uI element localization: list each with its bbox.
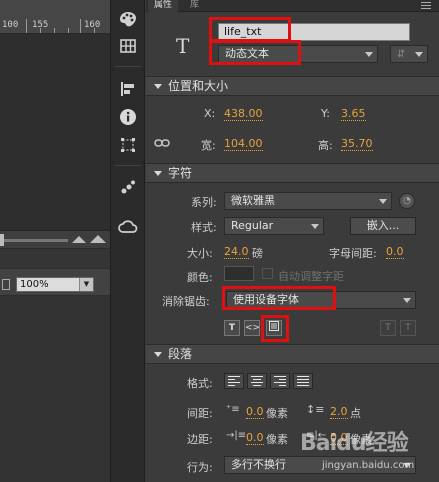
ruler-label: 100 [2, 20, 19, 30]
font-style-label: 样式: [191, 221, 217, 234]
font-family-select[interactable]: 微软雅黑 [224, 192, 392, 210]
creative-cloud-icon[interactable] [117, 216, 139, 238]
color-label: 颜色: [187, 271, 213, 284]
align-right-button[interactable] [270, 373, 290, 389]
info-icon[interactable] [117, 106, 139, 128]
collapse-arrow-icon [154, 352, 162, 357]
spacing-label: 间距: [187, 407, 213, 420]
panel-icon-strip [110, 0, 145, 482]
zoom-slider-handle[interactable] [0, 234, 4, 246]
highlight-box [261, 315, 289, 342]
font-style-select[interactable]: Regular [224, 217, 324, 235]
behavior-label: 行为: [187, 461, 213, 474]
stage-canvas[interactable] [0, 34, 110, 230]
collapse-arrow-icon [154, 171, 162, 176]
panel-divider-bar [0, 248, 110, 268]
highlight-box [209, 40, 301, 65]
zoom-row: 100% ▼ [0, 268, 110, 296]
font-family-label: 系列: [191, 196, 217, 209]
zoom-slider-track[interactable] [0, 239, 68, 242]
zoom-select[interactable]: 100% ▼ [16, 277, 94, 292]
text-tool-icon: T [176, 34, 190, 58]
zoom-in-icon[interactable] [90, 235, 106, 243]
line-spacing-value[interactable]: 2.0 [330, 405, 348, 419]
chevron-down-icon [379, 199, 387, 204]
zoom-out-icon[interactable] [72, 236, 86, 243]
horizontal-ruler: 100 155 160 [0, 0, 110, 34]
panel-menu-icon[interactable] [421, 2, 431, 10]
embed-button[interactable]: 嵌入... [350, 217, 416, 235]
components-icon[interactable] [117, 176, 139, 198]
line-spacing-icon: ↕≡ [306, 403, 325, 416]
left-margin-unit: 像素 [266, 433, 288, 446]
left-margin-icon: →|≡ [226, 430, 247, 441]
y-value[interactable]: 3.65 [341, 107, 366, 121]
ruler-label: 160 [84, 20, 101, 30]
height-value[interactable]: 35.70 [341, 137, 373, 151]
page-icon [2, 279, 10, 290]
align-left-button[interactable] [224, 373, 244, 389]
transform-icon[interactable] [117, 134, 139, 156]
tab-library[interactable]: 库 [184, 0, 205, 12]
chevron-down-icon [415, 52, 423, 57]
properties-panel: 属性 库 T life_txt 动态文本 ⇵ 位置和大小 X: 438.00 Y… [146, 0, 439, 482]
zoom-value: 100% [20, 279, 49, 290]
auto-kern-checkbox[interactable] [262, 268, 273, 279]
section-character[interactable]: 字符 [146, 163, 439, 183]
width-value[interactable]: 104.00 [224, 137, 263, 151]
font-size-value[interactable]: 24.0 [224, 245, 249, 259]
chevron-down-icon [311, 224, 319, 229]
letter-spacing-value[interactable]: 0.0 [386, 245, 404, 259]
indent-value[interactable]: 0.0 [246, 405, 264, 419]
chevron-down-icon[interactable]: ▼ [79, 278, 93, 291]
text-direction-icon: ⇵ [397, 49, 406, 60]
link-icon[interactable] [154, 138, 170, 151]
highlight-box [222, 286, 336, 310]
x-value[interactable]: 438.00 [224, 107, 263, 121]
width-label: 宽: [201, 139, 216, 152]
letter-spacing-label: 字母间距: [329, 247, 377, 260]
line-spacing-unit: 点 [350, 407, 361, 420]
collapse-arrow-icon [154, 84, 162, 89]
stage-area: 100 155 160 100% ▼ [0, 0, 110, 482]
align-panel-icon[interactable] [117, 78, 139, 100]
text-direction-select[interactable]: ⇵ [390, 45, 428, 63]
baidu-watermark: Baidu经验 [300, 431, 409, 456]
highlight-box [209, 17, 291, 42]
chevron-down-icon [365, 52, 373, 57]
antialias-label: 消除锯齿: [162, 295, 210, 308]
section-position-size[interactable]: 位置和大小 [146, 76, 439, 96]
y-label: Y: [321, 107, 330, 120]
height-label: 高: [318, 139, 333, 152]
output-area [0, 296, 110, 482]
render-html-icon[interactable]: <> [244, 320, 260, 336]
panel-tab-bar: 属性 库 [146, 0, 439, 12]
font-size-label: 大小: [187, 247, 213, 260]
superscript-icon[interactable]: T [380, 320, 396, 336]
section-paragraph[interactable]: 段落 [146, 344, 439, 364]
margin-label: 边距: [187, 433, 213, 446]
indent-unit: 像素 [266, 407, 288, 420]
text-color-swatch[interactable] [224, 266, 254, 281]
auto-kern-label: 自动调整字距 [278, 270, 344, 283]
left-margin-value[interactable]: 0.0 [246, 431, 264, 445]
selectable-text-icon[interactable]: T [224, 320, 240, 336]
tab-properties[interactable]: 属性 [148, 0, 179, 12]
font-size-unit: 磅 [252, 247, 263, 260]
format-label: 格式: [187, 377, 213, 390]
baidu-watermark-url: jingyan.baidu.com [322, 460, 415, 471]
grid-swatches-icon[interactable] [117, 35, 139, 57]
align-center-button[interactable] [247, 373, 267, 389]
timeline-slider-row [0, 230, 110, 248]
indent-icon: ⁺≡ [226, 404, 240, 415]
align-justify-button[interactable] [293, 373, 313, 389]
font-warning-icon[interactable]: ◔ [399, 193, 415, 209]
x-label: X: [204, 107, 216, 120]
chevron-down-icon [403, 298, 411, 303]
color-palette-icon[interactable] [117, 8, 139, 30]
subscript-icon[interactable]: T [400, 320, 416, 336]
